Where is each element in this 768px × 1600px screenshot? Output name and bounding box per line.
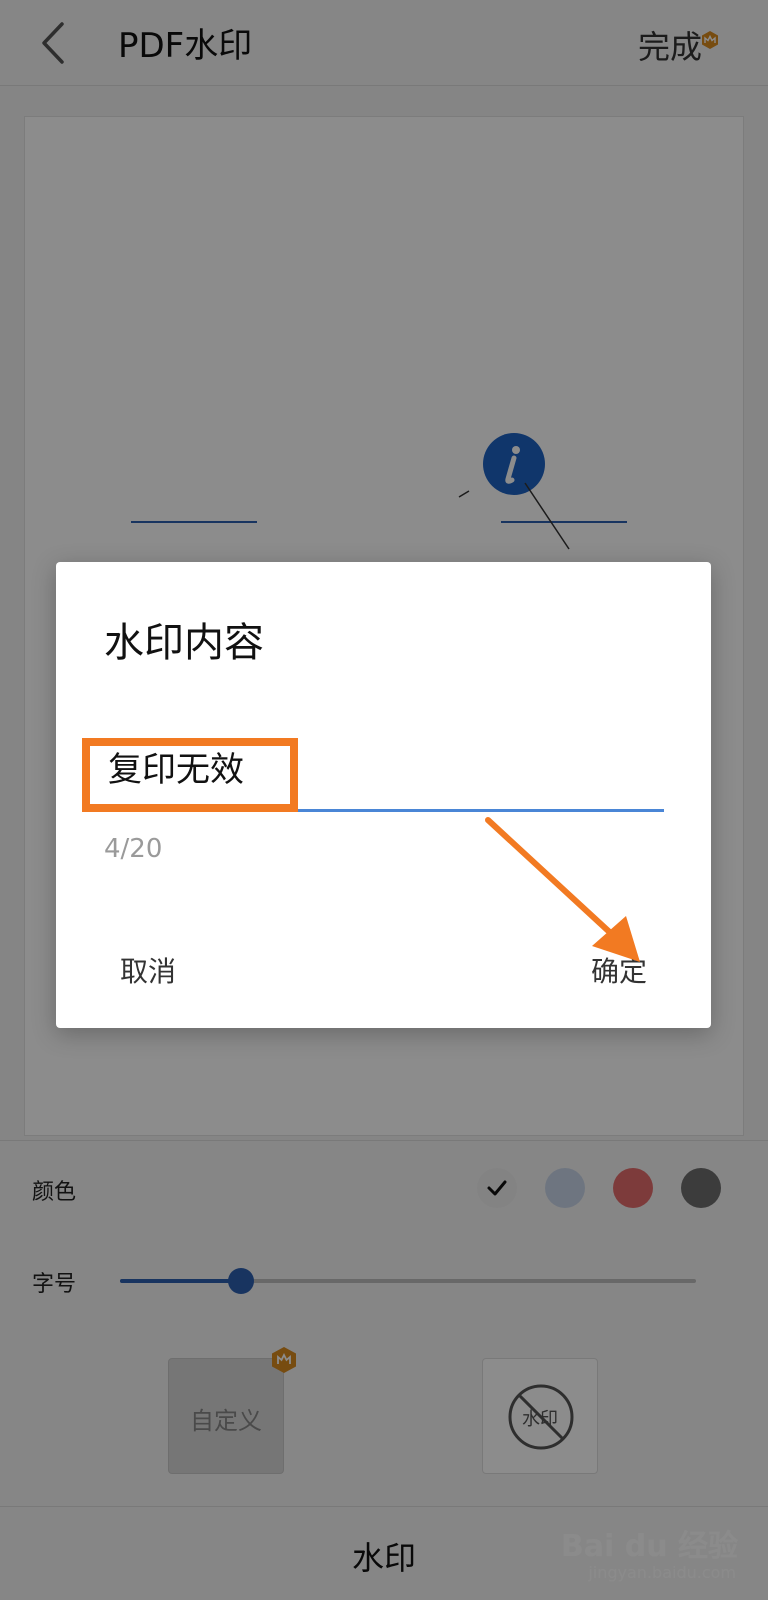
cancel-button[interactable]: 取消: [120, 950, 176, 990]
annotation-arrow-icon: [485, 817, 640, 962]
annotation-highlight-box: [82, 738, 298, 812]
char-counter: 4/20: [104, 834, 163, 864]
dialog-title: 水印内容: [104, 620, 264, 666]
